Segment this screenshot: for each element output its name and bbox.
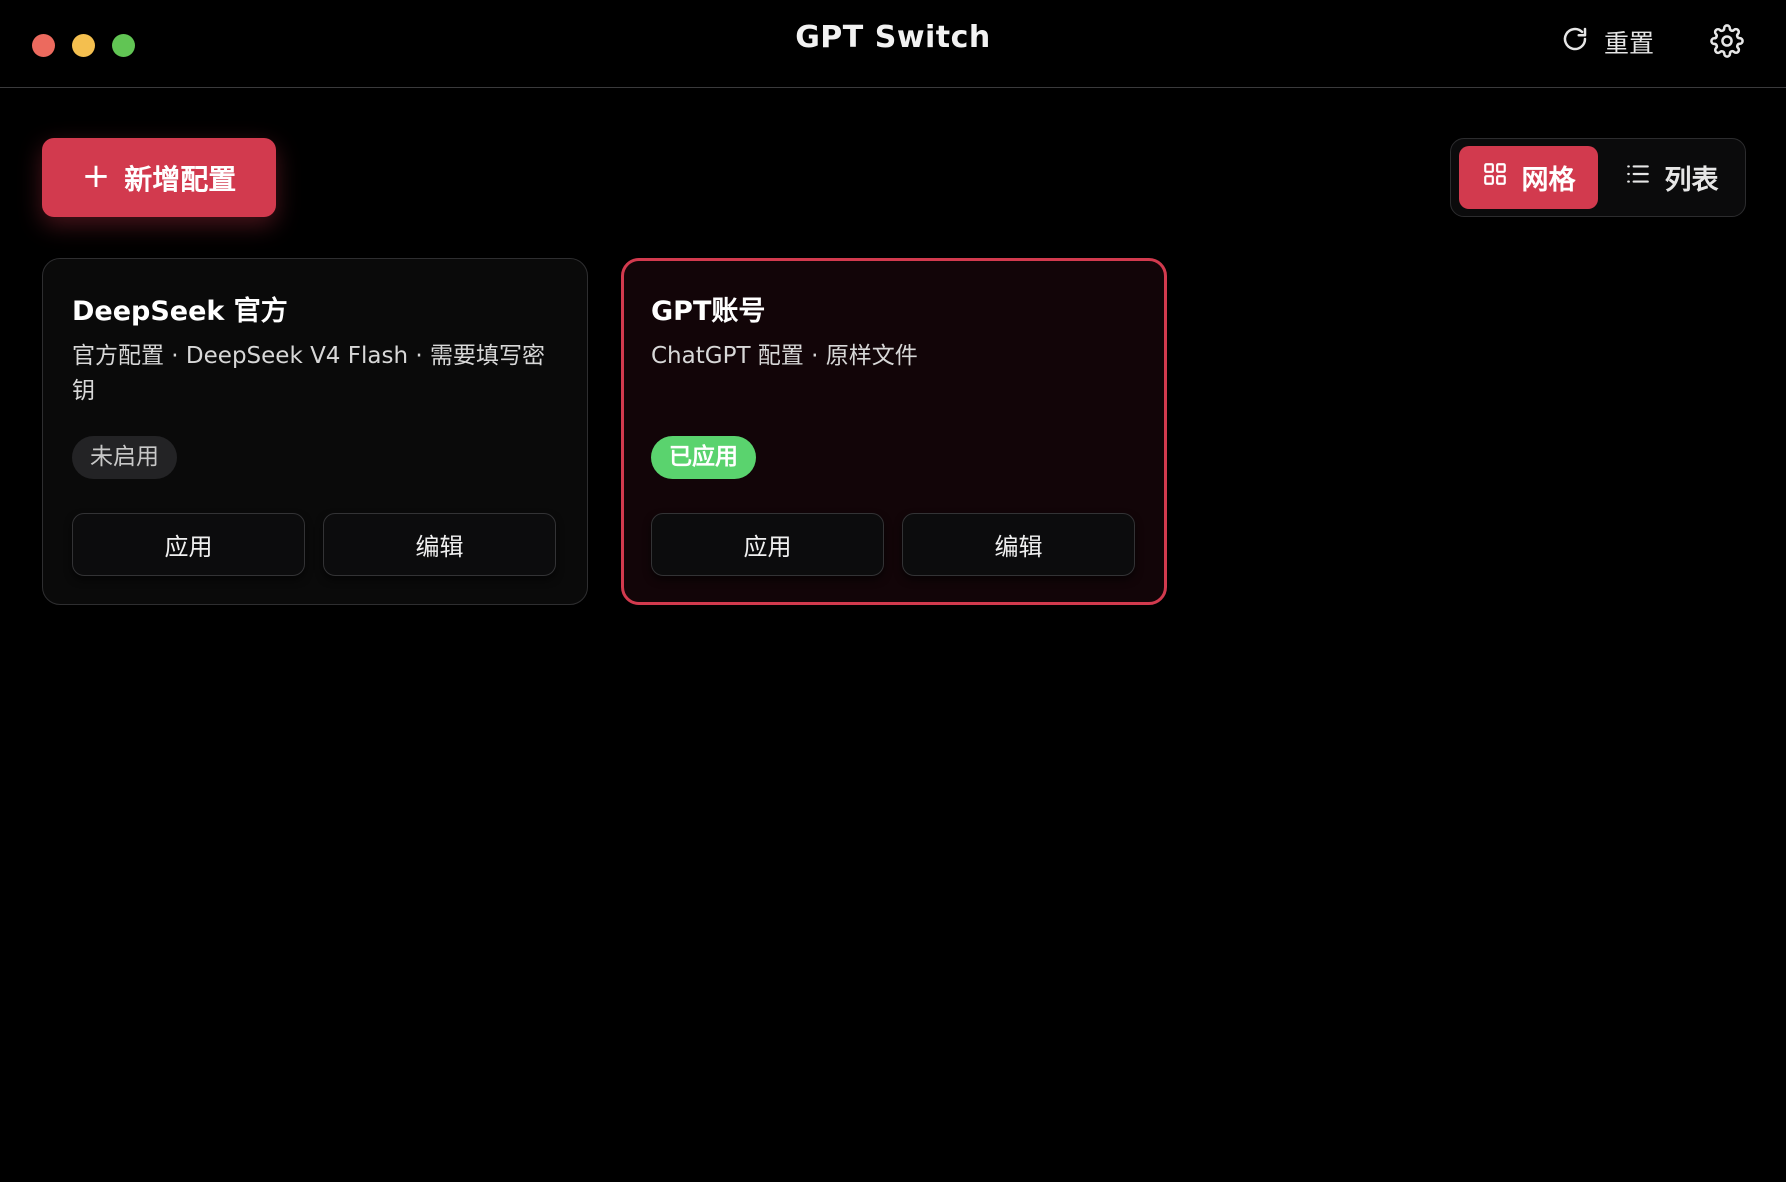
grid-icon (1482, 161, 1508, 194)
reset-label: 重置 (1604, 29, 1655, 58)
list-icon (1625, 161, 1651, 194)
card-title: GPT账号 (651, 296, 766, 327)
title-bar: GPT Switch 重置 (0, 0, 1786, 88)
config-card-deepseek[interactable]: DeepSeek 官方 官方配置 · DeepSeek V4 Flash · 需… (42, 258, 588, 605)
view-toggle: 网格 列表 (1450, 138, 1746, 217)
edit-button[interactable]: 编辑 (902, 513, 1135, 576)
card-description: ChatGPT 配置 · 原样文件 (651, 343, 918, 369)
gear-icon (1710, 24, 1744, 62)
refresh-icon (1560, 24, 1590, 60)
view-grid-button[interactable]: 网格 (1459, 146, 1598, 209)
settings-button[interactable] (1710, 24, 1744, 58)
config-card-gpt-account[interactable]: GPT账号 ChatGPT 配置 · 原样文件 已应用 应用 编辑 (621, 258, 1167, 605)
apply-button[interactable]: 应用 (651, 513, 884, 576)
edit-button[interactable]: 编辑 (323, 513, 556, 576)
add-config-button[interactable]: + 新增配置 (42, 138, 276, 217)
app-window: GPT Switch 重置 + 新增配置 网格 列表 DeepSeek 官方 官… (0, 0, 1786, 1182)
card-description: 官方配置 · DeepSeek V4 Flash · 需要填写密钥 (72, 343, 545, 404)
view-list-label: 列表 (1664, 165, 1719, 196)
status-badge: 已应用 (651, 436, 756, 479)
view-list-button[interactable]: 列表 (1606, 146, 1737, 209)
reset-button[interactable]: 重置 (1560, 22, 1654, 62)
view-grid-label: 网格 (1521, 165, 1576, 196)
card-title: DeepSeek 官方 (72, 296, 288, 327)
add-config-label: 新增配置 (124, 162, 237, 196)
status-badge: 未启用 (72, 436, 177, 479)
app-title: GPT Switch (795, 20, 991, 55)
apply-button[interactable]: 应用 (72, 513, 305, 576)
plus-icon: + (81, 155, 111, 196)
